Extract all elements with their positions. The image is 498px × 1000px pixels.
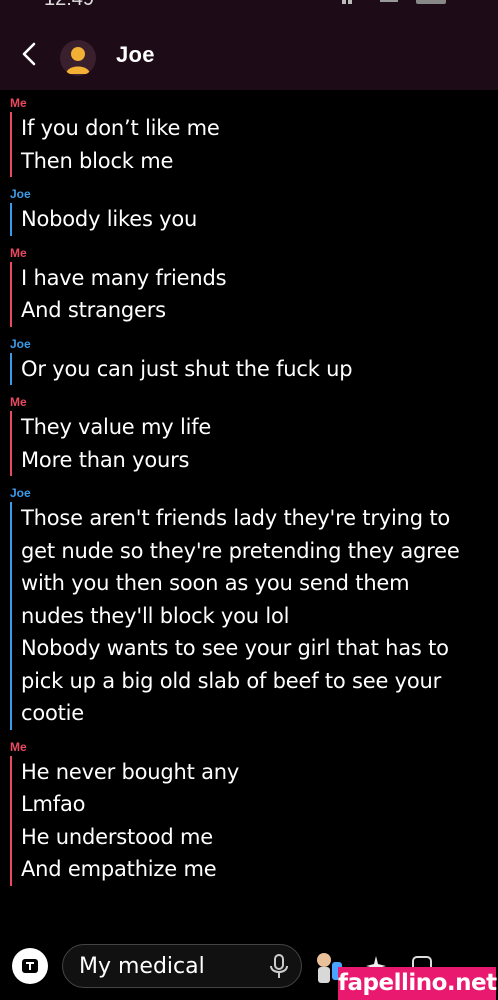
message-line: nudes they'll block you lol bbox=[21, 603, 290, 628]
camera-icon bbox=[22, 959, 38, 973]
sender-label: Joe bbox=[10, 336, 31, 351]
message-line: If you don’t like me bbox=[21, 116, 220, 140]
message-line: Nobody wants to see your girl that has t… bbox=[21, 636, 449, 660]
message-line: pick up a big old slab of beef to see yo… bbox=[21, 668, 442, 693]
microphone-icon[interactable] bbox=[269, 954, 289, 980]
message-line: And strangers bbox=[21, 298, 166, 322]
message-line: He never bought any bbox=[21, 759, 240, 784]
sender-label: Me bbox=[10, 739, 27, 754]
sender-label: Me bbox=[10, 245, 27, 260]
message-line: I have many friends bbox=[21, 265, 227, 290]
message-block[interactable]: They value my life More than yours bbox=[10, 411, 498, 476]
watermark: fapellino.net bbox=[338, 967, 497, 1000]
chevron-left-icon[interactable] bbox=[16, 40, 42, 68]
message-group: Joe Or you can just shut the fuck up bbox=[0, 336, 498, 385]
sender-label: Joe bbox=[10, 486, 31, 500]
message-line: And empathize me bbox=[21, 857, 217, 881]
message-block[interactable]: Nobody likes you bbox=[10, 203, 498, 236]
message-group: Joe Nobody likes you bbox=[0, 187, 498, 236]
message-line: with you then soon as you send them bbox=[21, 571, 410, 595]
message-line: He understood me bbox=[21, 824, 213, 849]
chat-input-value: My medical bbox=[79, 954, 205, 979]
chat-header: Joe bbox=[0, 10, 498, 90]
message-line: Lmfao bbox=[21, 792, 86, 816]
message-line: Or you can just shut the fuck up bbox=[21, 356, 353, 381]
camera-button[interactable] bbox=[12, 948, 48, 984]
message-list: Me If you don’t like me Then block me Joe No… bbox=[0, 90, 498, 930]
sender-label: Joe bbox=[10, 187, 31, 201]
message-group: Me If you don’t like me Then block me bbox=[0, 96, 498, 177]
message-group: Me They value my life More than yours bbox=[0, 395, 498, 476]
avatar-silhouette-icon bbox=[66, 47, 90, 74]
message-group: Me He never bought any Lmfao He understood … bbox=[0, 740, 498, 886]
message-block[interactable]: If you don’t like me Then block me bbox=[10, 112, 498, 177]
message-line: Those aren't friends lady they're trying… bbox=[21, 506, 451, 530]
status-icons bbox=[342, 0, 446, 4]
message-group: Me I have many friends And strangers bbox=[0, 246, 498, 327]
message-block[interactable]: Or you can just shut the fuck up bbox=[10, 352, 498, 385]
message-line: get nude so they're pretending they agre… bbox=[21, 538, 460, 563]
message-group: Joe Those aren't friends lady they're try… bbox=[0, 486, 498, 730]
message-line: More than yours bbox=[21, 447, 190, 472]
message-line: They value my life bbox=[21, 415, 212, 439]
avatar[interactable] bbox=[60, 40, 96, 76]
status-bar: 12:49 bbox=[0, 0, 498, 10]
chat-input[interactable]: My medical bbox=[62, 944, 302, 988]
message-block[interactable]: He never bought any Lmfao He understood me… bbox=[10, 755, 498, 886]
sender-label: Me bbox=[10, 395, 27, 409]
message-line: Then block me bbox=[21, 148, 174, 173]
message-block[interactable]: Those aren't friends lady they're trying… bbox=[10, 502, 498, 730]
message-block[interactable]: I have many friends And strangers bbox=[10, 261, 498, 327]
message-line: Nobody likes you bbox=[21, 207, 198, 231]
message-line: cootie bbox=[21, 701, 85, 725]
chat-title[interactable]: Joe bbox=[116, 42, 155, 68]
sender-label: Me bbox=[10, 96, 27, 110]
